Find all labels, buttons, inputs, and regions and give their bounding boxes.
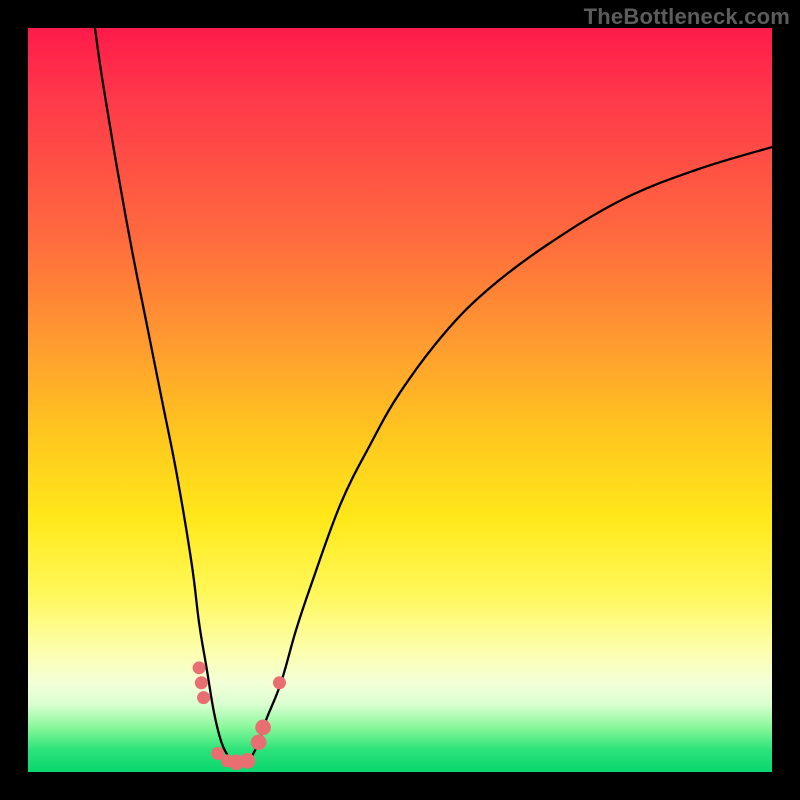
curve-marker (240, 753, 256, 769)
curve-marker (251, 734, 267, 750)
curve-marker (195, 676, 208, 689)
chart-svg (28, 28, 772, 772)
chart-plot-area (28, 28, 772, 772)
curve-marker (197, 691, 210, 704)
curve-marker (255, 720, 271, 736)
curve-marker (193, 661, 206, 674)
watermark-text: TheBottleneck.com (584, 4, 790, 30)
curve-markers (193, 661, 286, 770)
curve-marker (273, 676, 286, 689)
chart-frame: TheBottleneck.com (0, 0, 800, 800)
bottleneck-curve (95, 28, 772, 766)
